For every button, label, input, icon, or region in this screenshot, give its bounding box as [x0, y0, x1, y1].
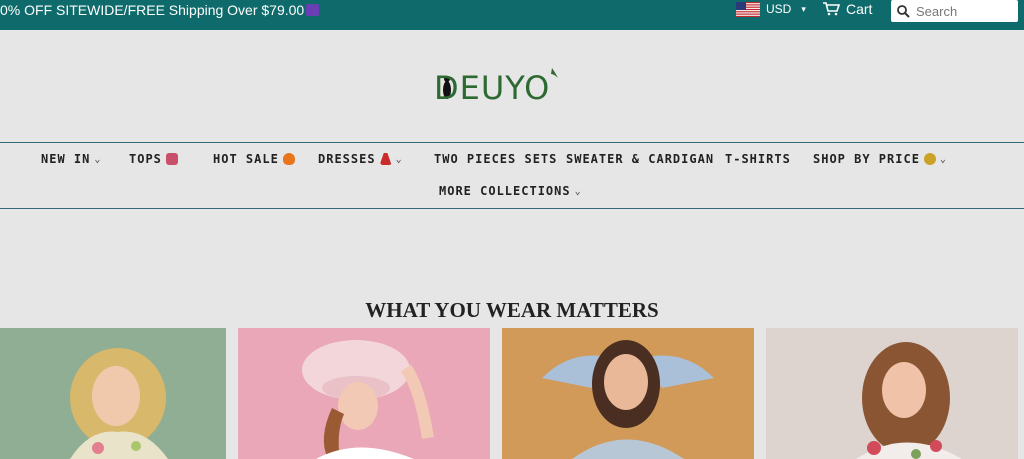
chevron-down-icon: ⌄	[94, 153, 102, 165]
money-bag-icon	[923, 153, 936, 165]
shirt-icon	[165, 153, 178, 165]
us-flag-icon	[736, 1, 760, 17]
model-image-floral-blouse	[766, 328, 1018, 459]
logo-text: DEUYO	[434, 69, 551, 107]
nav-item-dresses[interactable]: DRESSES ⌄	[318, 151, 403, 167]
nav-item-shop-by-price[interactable]: SHOP BY PRICE ⌄	[813, 151, 947, 167]
chevron-down-icon: ⌄	[939, 153, 947, 165]
currency-selector[interactable]: USD ▾	[736, 0, 806, 18]
chevron-down-icon: ⌄	[395, 153, 403, 165]
store-logo[interactable]: DEUYO	[430, 62, 570, 112]
nav-item-label: TWO PIECES SETS	[434, 152, 558, 166]
nav-item-label: SHOP BY PRICE	[813, 152, 920, 166]
nav-item-sweater-cardigan[interactable]: SWEATER & CARDIGAN	[566, 151, 714, 167]
nav-item-t-shirts[interactable]: T-SHIRTS	[725, 151, 791, 167]
collection-card-4[interactable]	[766, 328, 1018, 459]
nav-item-label: SWEATER & CARDIGAN	[566, 152, 715, 166]
nav-item-label: HOT SALE	[213, 152, 279, 166]
fire-icon	[282, 153, 295, 165]
nav-item-label: TOPS	[129, 152, 162, 166]
nav-item-tops[interactable]: TOPS	[129, 151, 178, 167]
nav-item-two-pieces-sets[interactable]: TWO PIECES SETS	[434, 151, 557, 167]
nav-item-new-in[interactable]: NEW IN ⌄	[41, 151, 101, 167]
nav-item-label: DRESSES	[318, 152, 376, 166]
model-image-sun-hat	[238, 328, 490, 459]
nav-item-more-collections[interactable]: MORE COLLECTIONS ⌄	[439, 183, 582, 199]
cart-label: Cart	[846, 1, 873, 17]
main-navigation: NEW IN ⌄ TOPS HOT SALE DRESSES ⌄ TWO PIEC…	[0, 142, 1024, 209]
cart-icon	[823, 2, 840, 16]
collection-card-2[interactable]	[238, 328, 490, 459]
nav-item-label: MORE COLLECTIONS	[439, 184, 571, 198]
shopping-bag-icon	[306, 4, 320, 16]
model-image-floral-dress	[0, 328, 226, 459]
dress-icon	[379, 153, 392, 165]
search-icon[interactable]	[897, 4, 910, 18]
nav-item-hot-sale[interactable]: HOT SALE	[213, 151, 295, 167]
nav-item-label: NEW IN	[41, 152, 91, 166]
promo-banner[interactable]: 0% OFF SITEWIDE/FREE Shipping Over $79.0…	[0, 2, 320, 18]
section-heading: WHAT YOU WEAR MATTERS	[365, 298, 659, 322]
currency-label: USD	[766, 2, 792, 16]
nav-item-label: T-SHIRTS	[725, 152, 791, 166]
collection-card-1[interactable]	[0, 328, 226, 459]
cart-link[interactable]: Cart	[822, 0, 872, 18]
model-image-denim-shirt	[502, 328, 754, 459]
announcement-bar: 0% OFF SITEWIDE/FREE Shipping Over $79.0…	[0, 0, 1024, 30]
promo-text: 0% OFF SITEWIDE/FREE Shipping Over $79.0…	[0, 2, 305, 18]
search-input[interactable]	[916, 3, 1011, 19]
collection-card-3[interactable]	[502, 328, 754, 459]
chevron-down-icon: ▾	[801, 3, 806, 14]
chevron-down-icon: ⌄	[574, 185, 582, 197]
search-box[interactable]	[891, 0, 1018, 22]
